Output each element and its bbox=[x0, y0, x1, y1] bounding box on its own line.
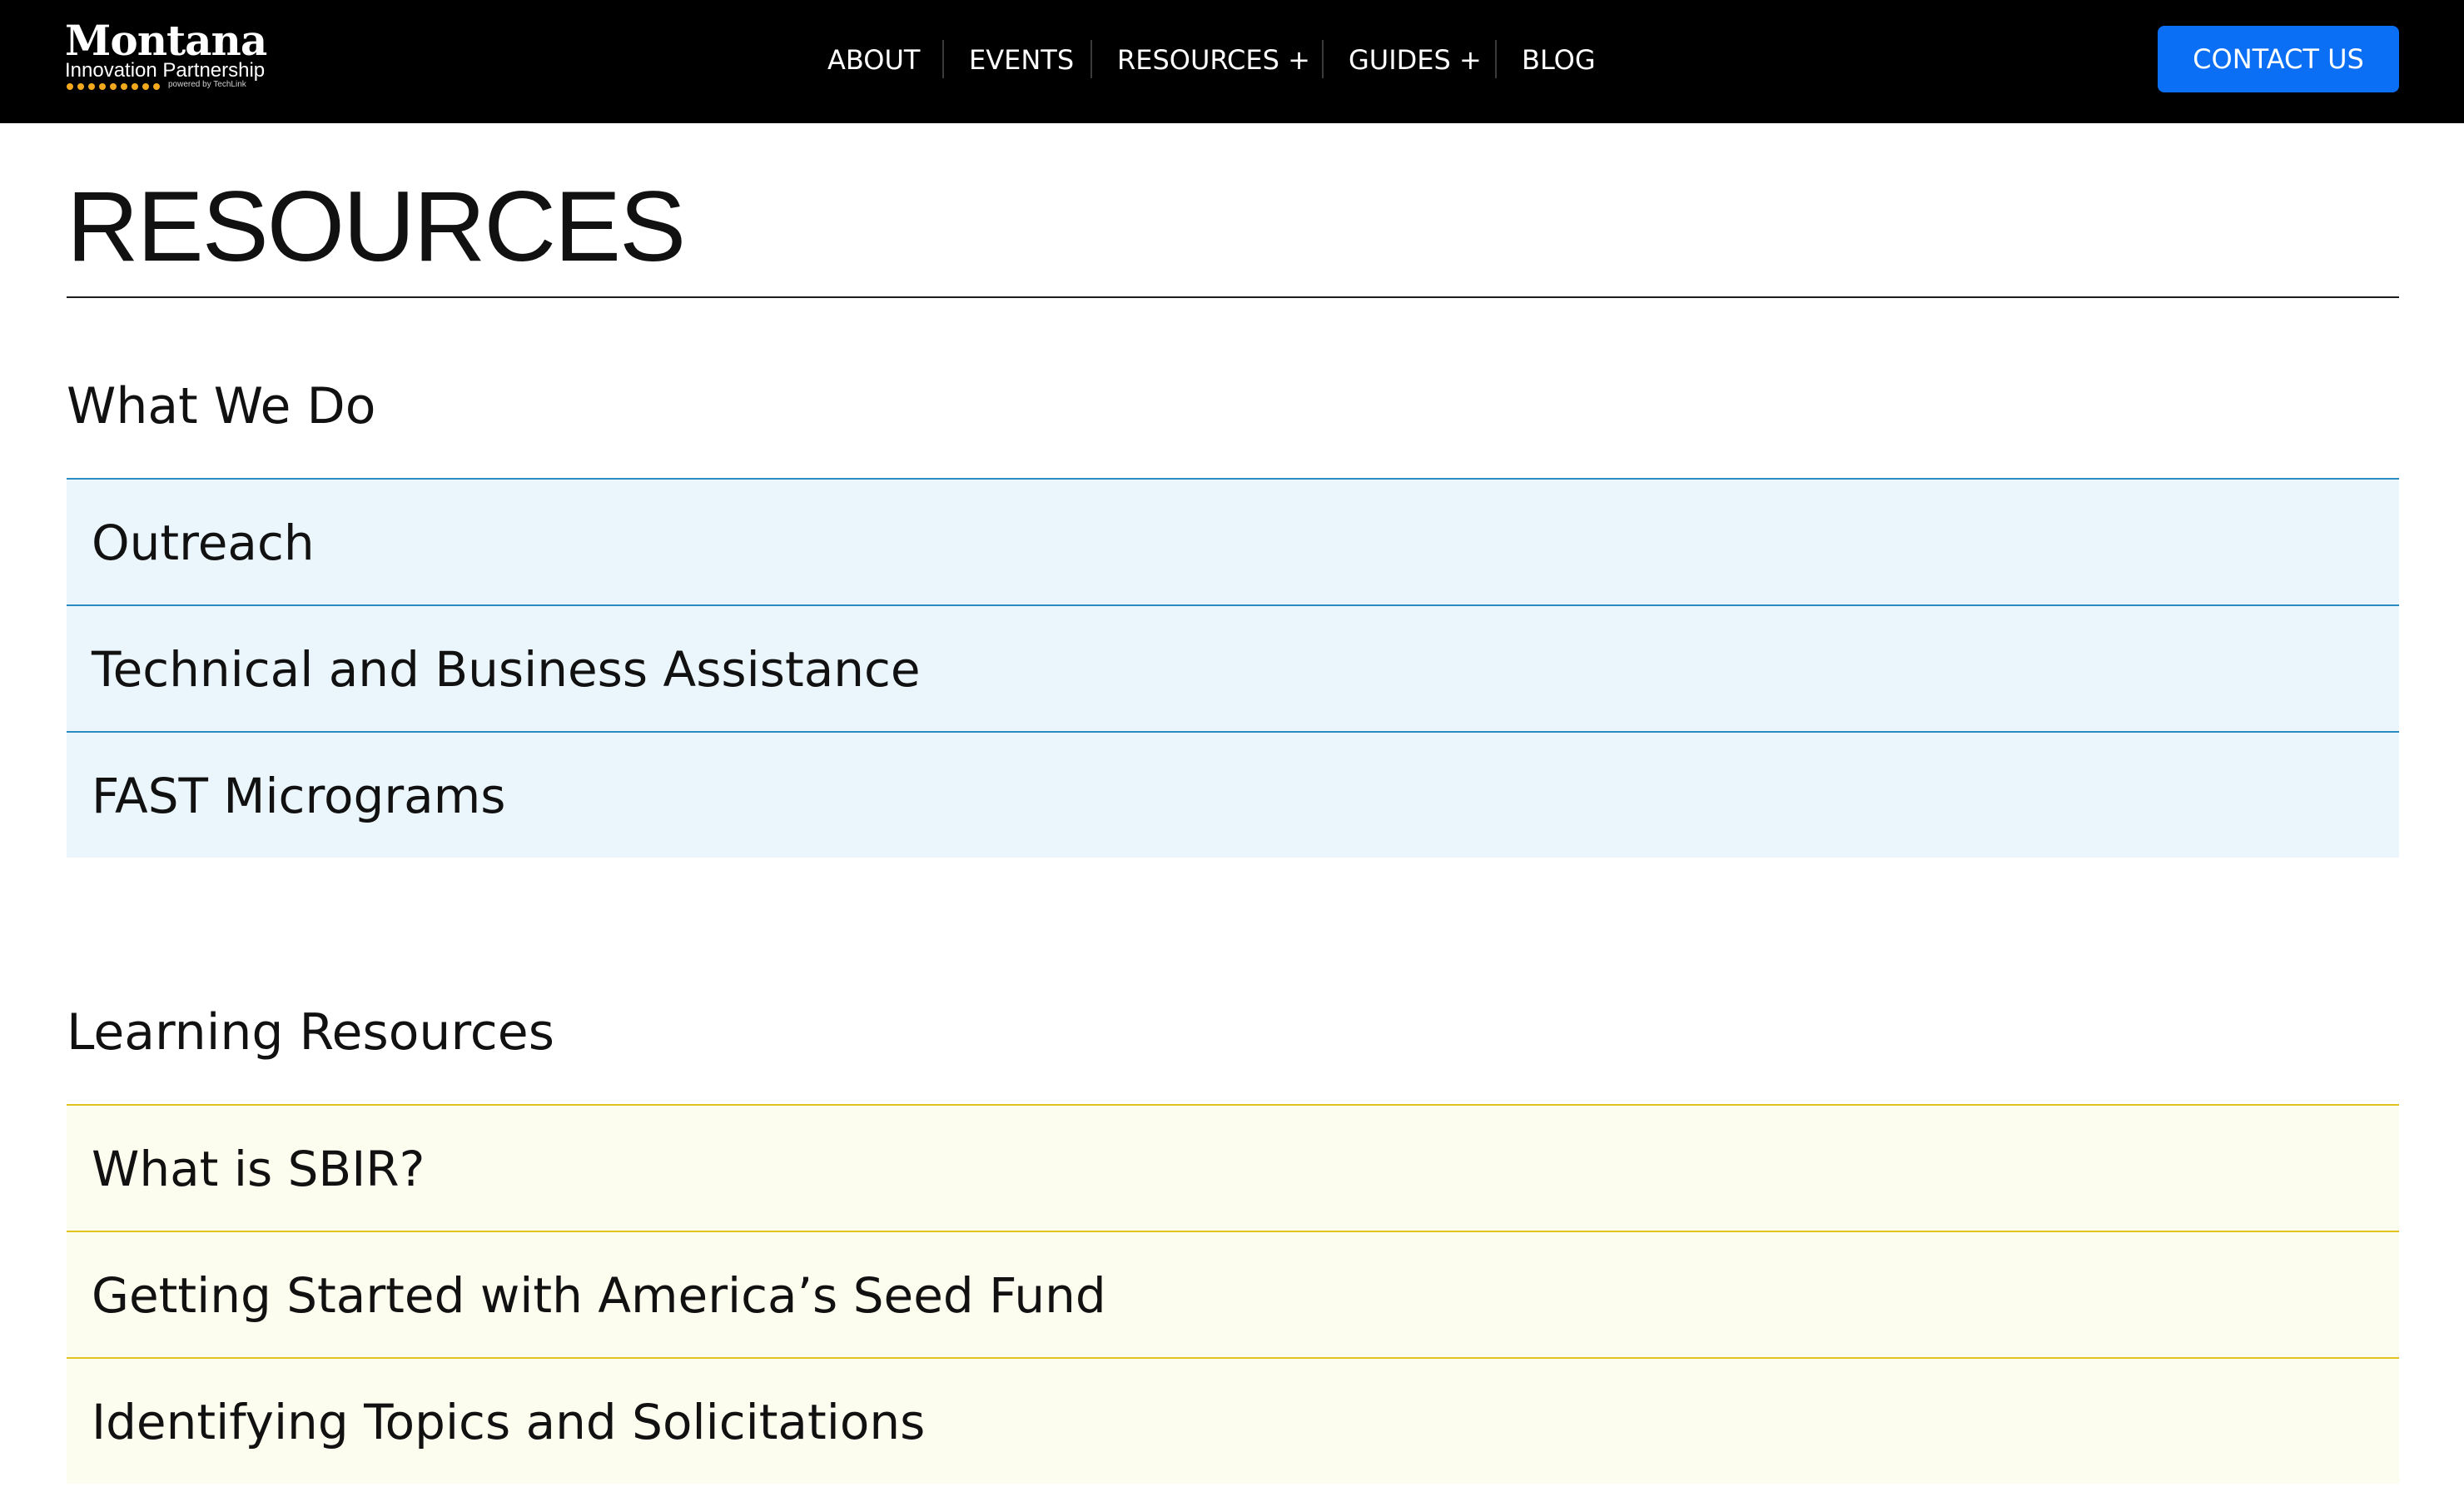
resource-item-technical-business-assistance[interactable]: Technical and Business Assistance bbox=[67, 604, 2399, 731]
what-we-do-list: Outreach Technical and Business Assistan… bbox=[67, 478, 2399, 858]
resource-item-outreach[interactable]: Outreach bbox=[67, 478, 2399, 604]
nav-events[interactable]: EVENTS bbox=[969, 38, 1074, 82]
nav-about[interactable]: ABOUT bbox=[827, 38, 920, 82]
resource-item-identifying-topics[interactable]: Identifying Topics and Solicitations bbox=[67, 1357, 2399, 1484]
resource-item-fast-micrograms[interactable]: FAST Micrograms bbox=[67, 731, 2399, 858]
resource-item-what-is-sbir[interactable]: What is SBIR? bbox=[67, 1104, 2399, 1231]
section-heading-learning-resources: Learning Resources bbox=[67, 1003, 554, 1062]
page-title: RESOURCES bbox=[67, 171, 686, 282]
nav-divider bbox=[1090, 40, 1092, 78]
resource-item-label: Getting Started with America’s Seed Fund bbox=[92, 1267, 1106, 1324]
resource-item-label: FAST Micrograms bbox=[92, 768, 506, 824]
nav-blog[interactable]: BLOG bbox=[1522, 38, 1596, 82]
resource-item-label: What is SBIR? bbox=[92, 1141, 425, 1197]
logo-dots-icon bbox=[67, 83, 160, 92]
nav-divider bbox=[1495, 40, 1497, 78]
site-header: Montana Innovation Partnership powered b… bbox=[0, 0, 2464, 123]
section-heading-what-we-do: What We Do bbox=[67, 377, 376, 435]
resource-item-label: Technical and Business Assistance bbox=[92, 641, 921, 698]
title-divider bbox=[67, 296, 2399, 298]
contact-us-button[interactable]: CONTACT US bbox=[2158, 26, 2399, 92]
resource-item-label: Outreach bbox=[92, 515, 315, 571]
nav-divider bbox=[1322, 40, 1324, 78]
nav-guides[interactable]: GUIDES + bbox=[1349, 38, 1482, 82]
resource-item-getting-started[interactable]: Getting Started with America’s Seed Fund bbox=[67, 1231, 2399, 1357]
main-nav: ABOUT EVENTS RESOURCES + GUIDES + BLOG bbox=[0, 38, 2464, 82]
nav-resources[interactable]: RESOURCES + bbox=[1117, 38, 1310, 82]
resource-item-label: Identifying Topics and Solicitations bbox=[92, 1394, 926, 1450]
learning-resources-list: What is SBIR? Getting Started with Ameri… bbox=[67, 1104, 2399, 1484]
nav-divider bbox=[942, 40, 944, 78]
